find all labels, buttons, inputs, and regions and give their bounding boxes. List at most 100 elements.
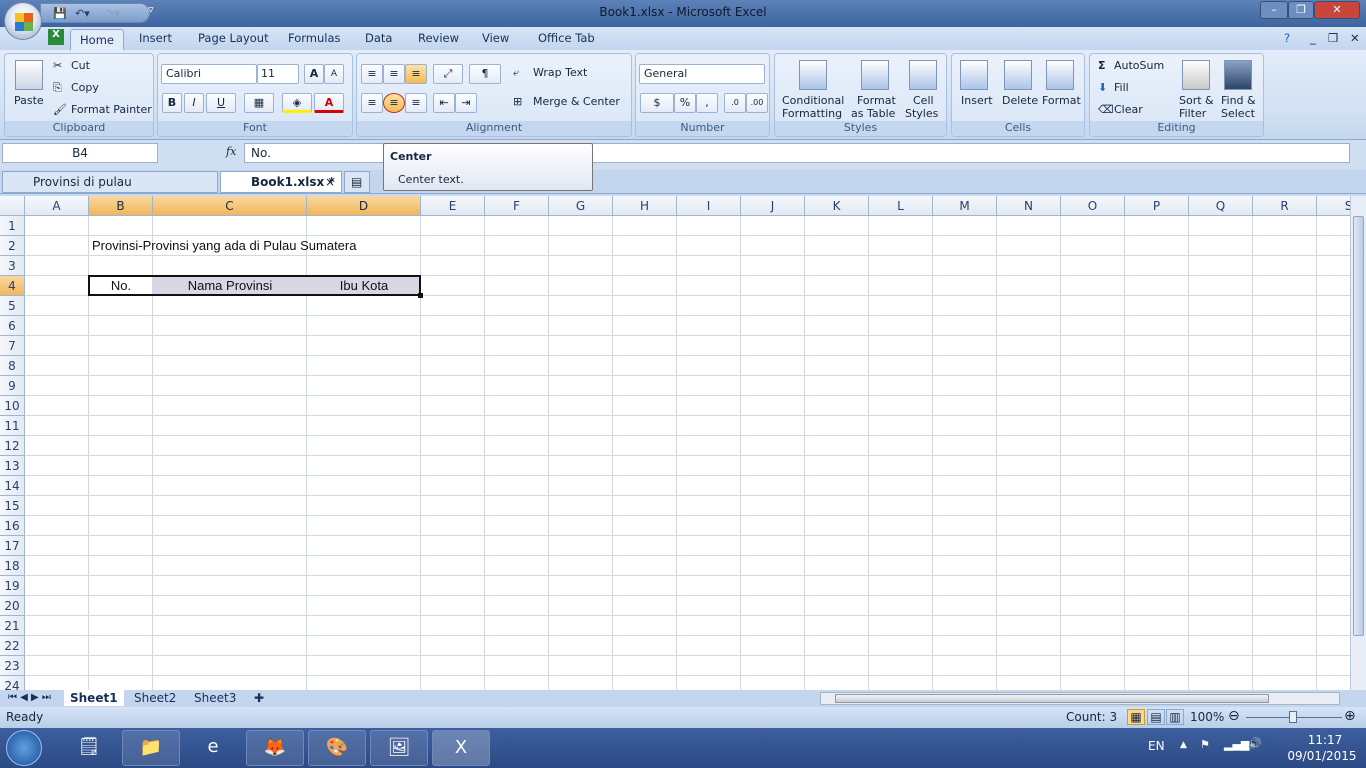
customize-qat-icon[interactable]: ▿: [148, 3, 154, 16]
column-header-R[interactable]: R: [1253, 196, 1317, 216]
help-icon[interactable]: ?: [1284, 31, 1290, 45]
format-cells-icon[interactable]: [1046, 60, 1074, 90]
column-header-L[interactable]: L: [869, 196, 933, 216]
comma-button[interactable]: ,: [696, 93, 718, 113]
column-header-K[interactable]: K: [805, 196, 869, 216]
row-header-4[interactable]: 4: [0, 276, 25, 296]
tab-review[interactable]: Review: [418, 31, 459, 45]
row-header-1[interactable]: 1: [0, 216, 25, 236]
column-header-E[interactable]: E: [421, 196, 485, 216]
row-header-10[interactable]: 10: [0, 396, 25, 416]
page-break-view-icon[interactable]: ▥: [1166, 709, 1184, 725]
row-header-5[interactable]: 5: [0, 296, 25, 316]
column-header-B[interactable]: B: [89, 196, 153, 216]
sheet-nav-icon[interactable]: ⏮ ◀ ▶ ⏭: [2, 690, 57, 706]
row-header-19[interactable]: 19: [0, 576, 25, 596]
horizontal-scrollbar[interactable]: [820, 692, 1340, 705]
cell-styles-icon[interactable]: [909, 60, 937, 90]
fill-button[interactable]: Fill: [1114, 81, 1129, 94]
row-header-8[interactable]: 8: [0, 356, 25, 376]
zoom-level[interactable]: 100%: [1190, 710, 1224, 724]
spreadsheet-grid[interactable]: A B C D E F G H I J K L M N O P Q R S 1 2 3 4 5 6 7 8 9 10 11 12 13 14 15…: [0, 196, 1350, 690]
doc-tab[interactable]: Provinsi di pulau Sumatera.xlsx×: [2, 171, 218, 209]
cell-styles-button[interactable]: Cell: [913, 94, 934, 107]
internet-explorer-icon[interactable]: e: [184, 730, 242, 766]
column-header-C[interactable]: C: [153, 196, 307, 216]
row-header-23[interactable]: 23: [0, 656, 25, 676]
tab-insert[interactable]: Insert: [139, 31, 172, 45]
column-header-M[interactable]: M: [933, 196, 997, 216]
row-header-24[interactable]: 24: [0, 676, 25, 690]
font-size-select[interactable]: 11: [257, 64, 299, 84]
minimize-workbook-icon[interactable]: _: [1310, 31, 1316, 45]
paste-icon[interactable]: [15, 60, 43, 90]
align-top-icon[interactable]: ≡: [361, 64, 383, 84]
tab-home[interactable]: Home: [70, 29, 124, 51]
name-box[interactable]: B4: [2, 143, 158, 163]
decrease-indent-icon[interactable]: ⇤: [433, 93, 455, 113]
zoom-slider-thumb[interactable]: [1289, 711, 1297, 723]
conditional-formatting-button[interactable]: Conditional: [782, 94, 844, 107]
restore-workbook-icon[interactable]: ❐: [1328, 31, 1338, 45]
show-hidden-icons[interactable]: ▲: [1180, 740, 1187, 750]
select-all-button[interactable]: [0, 196, 25, 216]
cell-B2[interactable]: Provinsi-Provinsi yang ada di Pulau Suma…: [92, 236, 356, 256]
column-header-N[interactable]: N: [997, 196, 1061, 216]
column-header-I[interactable]: I: [677, 196, 741, 216]
cell-C4[interactable]: Nama Provinsi: [156, 276, 304, 296]
row-header-18[interactable]: 18: [0, 556, 25, 576]
row-header-6[interactable]: 6: [0, 316, 25, 336]
sheet-tab-sheet1[interactable]: Sheet1: [64, 690, 124, 706]
font-color-icon[interactable]: A: [314, 93, 344, 113]
bold-button[interactable]: B: [162, 93, 182, 113]
italic-button[interactable]: I: [184, 93, 204, 113]
column-header-O[interactable]: O: [1061, 196, 1125, 216]
clock-time[interactable]: 11:17: [1300, 733, 1350, 747]
font-name-select[interactable]: Calibri: [161, 64, 257, 84]
column-header-G[interactable]: G: [549, 196, 613, 216]
tab-data[interactable]: Data: [365, 31, 392, 45]
orientation-icon[interactable]: ⤢: [433, 64, 463, 84]
insert-button[interactable]: Insert: [961, 94, 993, 107]
sort-filter-button[interactable]: Sort &: [1179, 94, 1214, 107]
format-as-table-button[interactable]: Format: [857, 94, 896, 107]
row-header-12[interactable]: 12: [0, 436, 25, 456]
close-tab-icon[interactable]: ×: [325, 172, 335, 192]
delete-cells-icon[interactable]: [1004, 60, 1032, 90]
increase-decimal-icon[interactable]: .0: [724, 93, 746, 113]
align-bottom-icon[interactable]: ≡: [405, 64, 427, 84]
align-middle-icon[interactable]: ≡: [383, 64, 405, 84]
conditional-formatting-icon[interactable]: [799, 60, 827, 90]
paint-icon[interactable]: 🎨: [308, 730, 366, 766]
row-header-21[interactable]: 21: [0, 616, 25, 636]
row-header-7[interactable]: 7: [0, 336, 25, 356]
photo-viewer-icon[interactable]: 🖼: [370, 730, 428, 766]
column-header-D[interactable]: D: [307, 196, 421, 216]
number-format-select[interactable]: General: [639, 64, 765, 84]
insert-cells-icon[interactable]: [960, 60, 988, 90]
column-header-S[interactable]: S: [1317, 196, 1350, 216]
redo-icon[interactable]: ↷▾: [105, 7, 120, 20]
minimize-button[interactable]: –: [1260, 1, 1288, 19]
clock-date[interactable]: 09/01/2015: [1282, 749, 1362, 763]
sheet-tab-sheet3[interactable]: Sheet3: [188, 690, 242, 706]
borders-icon[interactable]: ▦: [244, 93, 274, 113]
text-direction-icon[interactable]: ¶: [469, 64, 501, 84]
column-header-Q[interactable]: Q: [1189, 196, 1253, 216]
align-center-icon[interactable]: ≡: [383, 93, 405, 113]
row-header-11[interactable]: 11: [0, 416, 25, 436]
align-right-icon[interactable]: ≡: [405, 93, 427, 113]
fill-color-icon[interactable]: ◈: [282, 93, 312, 113]
find-select-button[interactable]: Find &: [1221, 94, 1256, 107]
row-header-16[interactable]: 16: [0, 516, 25, 536]
sheet-tab-sheet2[interactable]: Sheet2: [128, 690, 182, 706]
tab-formulas[interactable]: Formulas: [288, 31, 341, 45]
underline-button[interactable]: U: [206, 93, 236, 113]
column-header-J[interactable]: J: [741, 196, 805, 216]
page-layout-view-icon[interactable]: ▤: [1147, 709, 1165, 725]
vertical-scrollbar[interactable]: [1350, 196, 1366, 690]
firefox-icon[interactable]: 🦊: [246, 730, 304, 766]
zoom-out-icon[interactable]: ⊖: [1228, 708, 1240, 724]
format-painter-button[interactable]: Format Painter: [71, 103, 152, 116]
merge-center-button[interactable]: Merge & Center: [533, 95, 620, 108]
